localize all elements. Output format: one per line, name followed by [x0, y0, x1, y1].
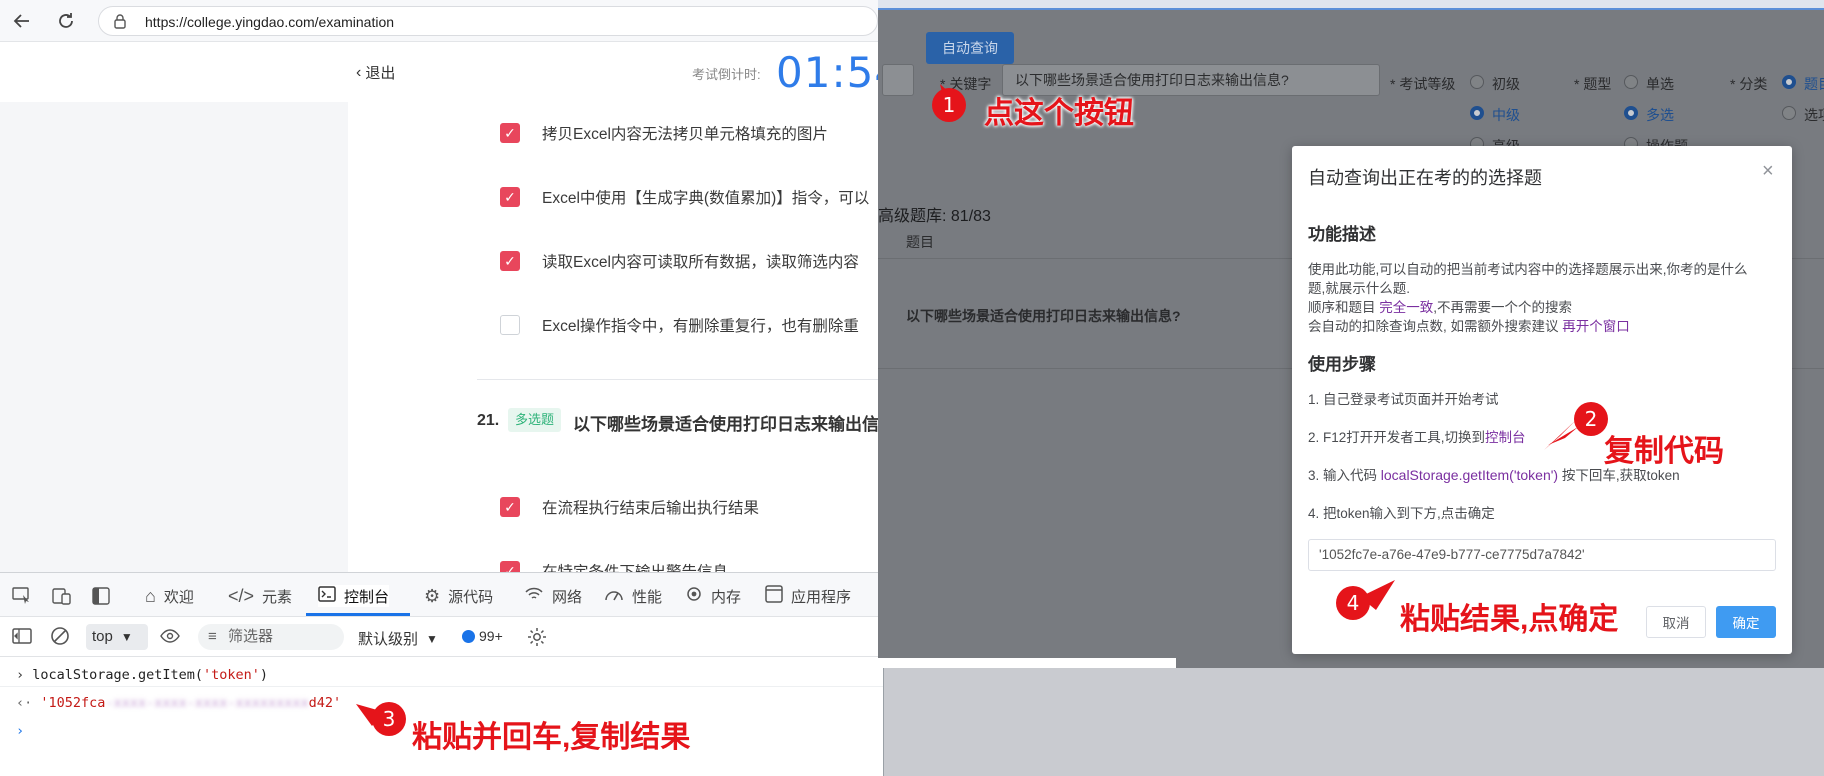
- annotation-badge-1: 1: [932, 88, 966, 122]
- annotation-pointers: [356, 84, 1578, 726]
- annotation-text-1: 点这个按钮: [984, 97, 1134, 130]
- annotation-badge-2: 2: [1574, 402, 1608, 436]
- annotation-text-3: 粘贴并回车,复制结果: [412, 721, 691, 754]
- pointer-2: [1544, 420, 1576, 450]
- annotation-text-2: 复制代码: [1604, 435, 1724, 468]
- annotation-text-4: 粘贴结果,点确定: [1400, 603, 1619, 636]
- annotation-badge-4: 4: [1336, 586, 1370, 620]
- annotation-badge-3: 3: [372, 702, 406, 736]
